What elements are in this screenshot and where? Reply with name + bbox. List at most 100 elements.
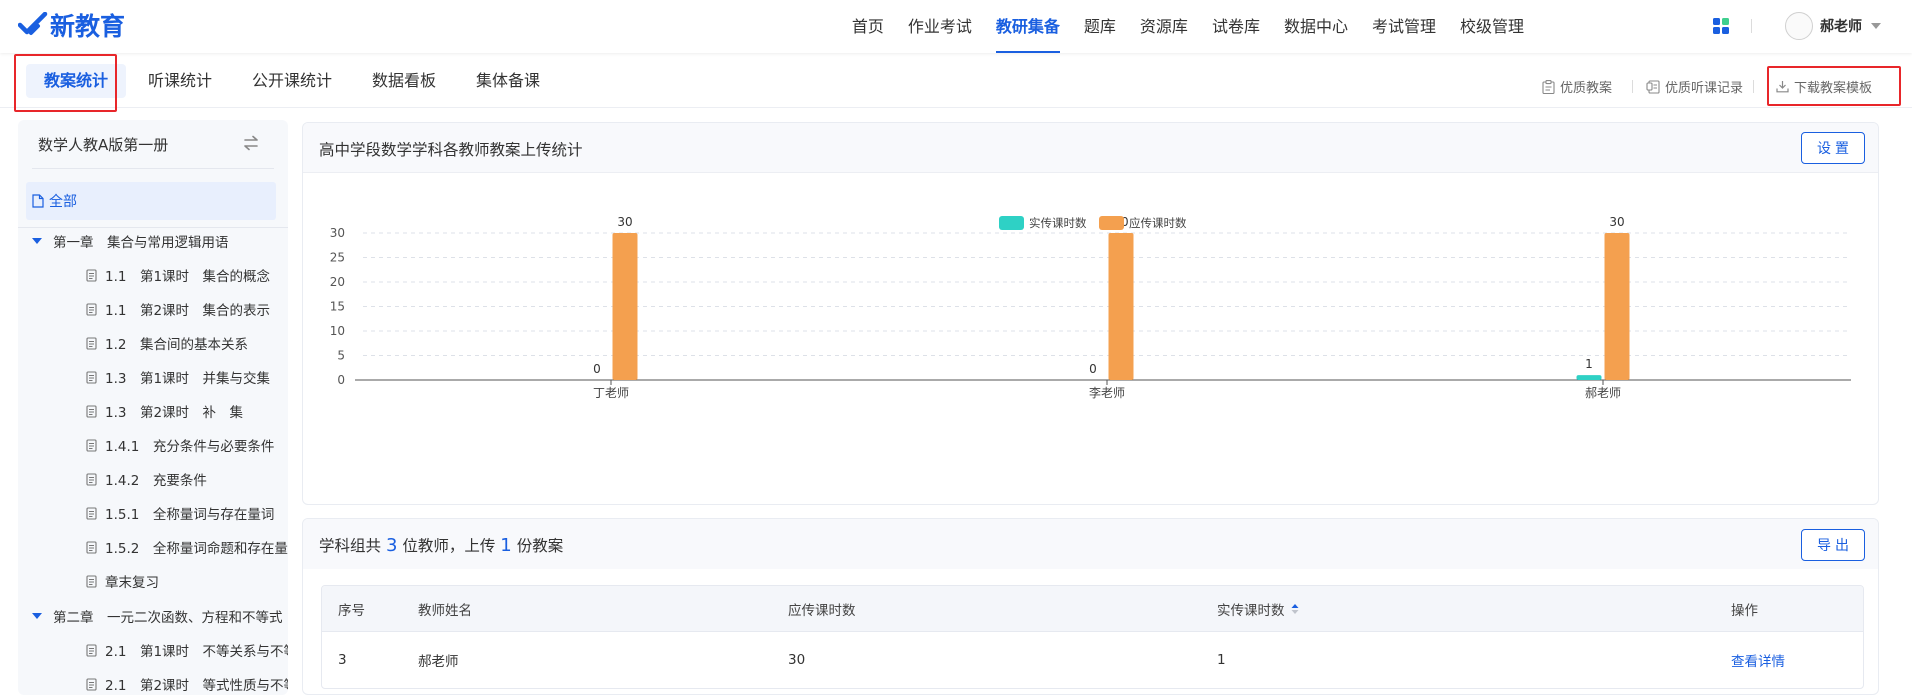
y-tick-label: 25 <box>330 251 345 265</box>
legend-swatch <box>999 216 1024 230</box>
col-header-action: 操作 <box>1731 602 1758 619</box>
table-row: 3 郝老师 30 1 查看详情 <box>322 632 1863 688</box>
document-icon <box>86 404 97 418</box>
document-icon <box>32 194 44 208</box>
book-title: 数学人教A版第一册 <box>38 136 169 154</box>
tree-chapter[interactable]: 第一章 集合与常用逻辑用语 <box>32 231 229 251</box>
nav-item-0[interactable]: 首页 <box>852 0 884 53</box>
avatar[interactable] <box>1785 12 1813 40</box>
apps-grid-icon[interactable] <box>1713 18 1729 34</box>
view-details-link[interactable]: 查看详情 <box>1731 632 1785 688</box>
tree-lesson[interactable]: 1.2 集合间的基本关系 <box>86 333 248 353</box>
cell-teacher-name: 郝老师 <box>418 654 459 670</box>
bar-1 <box>1108 233 1134 380</box>
chart-card-header: 高中学段数学学科各教师教案上传统计 设置 <box>303 123 1878 173</box>
tree-item-all-label: 全部 <box>49 194 77 210</box>
tree-item-label: 1.3 第1课时 并集与交集 <box>105 371 271 387</box>
nav-item-7[interactable]: 考试管理 <box>1372 0 1436 53</box>
swap-icon[interactable] <box>242 134 260 152</box>
tree-item-label: 第一章 集合与常用逻辑用语 <box>53 235 229 251</box>
tab-open-class-stats[interactable]: 公开课统计 <box>252 64 332 98</box>
summary-prefix: 学科组共 <box>319 537 382 555</box>
tree-lesson[interactable]: 1.3 第1课时 并集与交集 <box>86 367 270 387</box>
legend-swatch <box>1099 216 1124 230</box>
summary-suffix: 份教案 <box>516 537 564 555</box>
y-tick-label: 20 <box>330 275 345 289</box>
chart-card: 高中学段数学学科各教师教案上传统计 设置 0 5 10 15 20 25 30 丁老师 0 30 李… <box>302 122 1879 505</box>
tree-item-label: 1.5.2 全称量词命题和存在量词命题的否定 <box>105 541 288 557</box>
col-header-required: 应传课时数 <box>788 602 856 619</box>
tree-lesson[interactable]: 1.1 第2课时 集合的表示 <box>86 299 270 319</box>
nav-item-3[interactable]: 题库 <box>1084 0 1116 53</box>
quality-records-link[interactable]: 优质听课记录 <box>1646 77 1743 96</box>
tree-chapter[interactable]: 第二章 一元二次函数、方程和不等式 <box>32 606 283 626</box>
cell-index: 3 <box>338 652 347 668</box>
nav-item-8[interactable]: 校级管理 <box>1460 0 1524 53</box>
clipboard-icon <box>1542 79 1555 94</box>
data-label: 30 <box>617 215 632 229</box>
tree-item-label: 1.5.1 全称量词与存在量词 <box>105 507 275 523</box>
tree-item-label: 1.4.1 充分条件与必要条件 <box>105 439 275 455</box>
nav-item-6[interactable]: 数据中心 <box>1284 0 1348 53</box>
tree-item-label: 2.1 第2课时 等式性质与不等式性质 <box>105 678 288 694</box>
tree-item-label: 1.3 第2课时 补 集 <box>105 405 244 421</box>
tree-lesson[interactable]: 1.5.1 全称量词与存在量词 <box>86 503 274 523</box>
bar-1 <box>1604 233 1630 380</box>
tree-lesson[interactable]: 章末复习 <box>86 571 159 591</box>
document-icon <box>86 677 97 691</box>
teacher-table: 序号 教师姓名 应传课时数 实传课时数 操作 3 郝老师 30 1 查看详情 <box>321 585 1864 689</box>
tree-lesson[interactable]: 1.5.2 全称量词命题和存在量词命题的否定 <box>86 537 288 557</box>
nav-item-2[interactable]: 教研集备 <box>995 0 1060 53</box>
logo[interactable]: 新教育 <box>18 10 125 41</box>
tree-lesson[interactable]: 1.4.2 充要条件 <box>86 469 207 489</box>
tree-item-all[interactable]: 全部 <box>26 182 276 220</box>
nav-item-4[interactable]: 资源库 <box>1140 0 1188 53</box>
tab-group-prep[interactable]: 集体备课 <box>476 64 540 98</box>
link-divider <box>1753 80 1754 93</box>
document-icon <box>86 506 97 520</box>
tree-lesson[interactable]: 2.1 第2课时 等式性质与不等式性质 <box>86 674 288 694</box>
tree-item-label: 章末复习 <box>105 575 159 591</box>
document-icon <box>86 302 97 316</box>
tree-item-label: 1.1 第2课时 集合的表示 <box>105 303 271 319</box>
tree-lesson[interactable]: 1.1 第1课时 集合的概念 <box>86 265 270 285</box>
tree-lesson[interactable]: 1.4.1 充分条件与必要条件 <box>86 435 274 455</box>
document-icon <box>86 438 97 452</box>
highlight-box-tab <box>14 54 117 112</box>
tree-item-label: 1.2 集合间的基本关系 <box>105 337 248 353</box>
y-tick-label: 0 <box>337 373 345 387</box>
sort-icon[interactable] <box>1291 603 1299 615</box>
nav-item-1[interactable]: 作业考试 <box>908 0 972 53</box>
export-button[interactable]: 导出 <box>1801 529 1865 561</box>
quality-plans-link[interactable]: 优质教案 <box>1542 77 1612 96</box>
bar-1 <box>612 233 638 380</box>
panel-divider <box>18 227 288 228</box>
col-header-uploaded-label: 实传课时数 <box>1217 602 1285 619</box>
tree-lesson[interactable]: 1.3 第2课时 补 集 <box>86 401 243 421</box>
tab-data-dashboard[interactable]: 数据看板 <box>372 64 436 98</box>
document-icon <box>86 370 97 384</box>
x-tick-label: 郝老师 <box>1585 386 1621 400</box>
data-label: 1 <box>1585 357 1593 371</box>
nav-item-5[interactable]: 试卷库 <box>1212 0 1260 53</box>
summary-mid: 位教师，上传 <box>402 537 496 555</box>
chart-title: 高中学段数学学科各教师教案上传统计 <box>319 141 583 159</box>
tree-item-label: 1.1 第1课时 集合的概念 <box>105 269 271 285</box>
user-name[interactable]: 郝老师 <box>1820 16 1862 36</box>
col-header-uploaded[interactable]: 实传课时数 <box>1217 586 1299 631</box>
summary-text: 学科组共 3 位教师，上传 1 份教案 <box>319 534 563 556</box>
main-menu: 首页 作业考试 教研集备 题库 资源库 试卷库 数据中心 考试管理 校级管理 <box>828 0 1524 53</box>
caret-down-icon[interactable] <box>32 238 42 244</box>
panel-divider <box>32 168 274 169</box>
link-divider <box>1632 80 1633 93</box>
caret-down-icon[interactable] <box>32 613 42 619</box>
tab-lecture-stats[interactable]: 听课统计 <box>148 64 212 98</box>
tree-item-label: 1.4.2 充要条件 <box>105 473 207 489</box>
table-header: 序号 教师姓名 应传课时数 实传课时数 操作 <box>322 586 1863 632</box>
settings-button[interactable]: 设置 <box>1801 132 1865 164</box>
tree-lesson[interactable]: 2.1 第1课时 不等关系与不等式 <box>86 640 288 660</box>
catalog-sidebar: 数学人教A版第一册 全部 第一章 集合与常用逻辑用语 1.1 第1课时 集合的概念… <box>18 120 288 695</box>
document-icon <box>86 268 97 282</box>
chevron-down-icon[interactable] <box>1871 23 1881 29</box>
top-navbar: 新教育 首页 作业考试 教研集备 题库 资源库 试卷库 数据中心 考试管理 校级管理 郝老师 <box>0 0 1912 53</box>
